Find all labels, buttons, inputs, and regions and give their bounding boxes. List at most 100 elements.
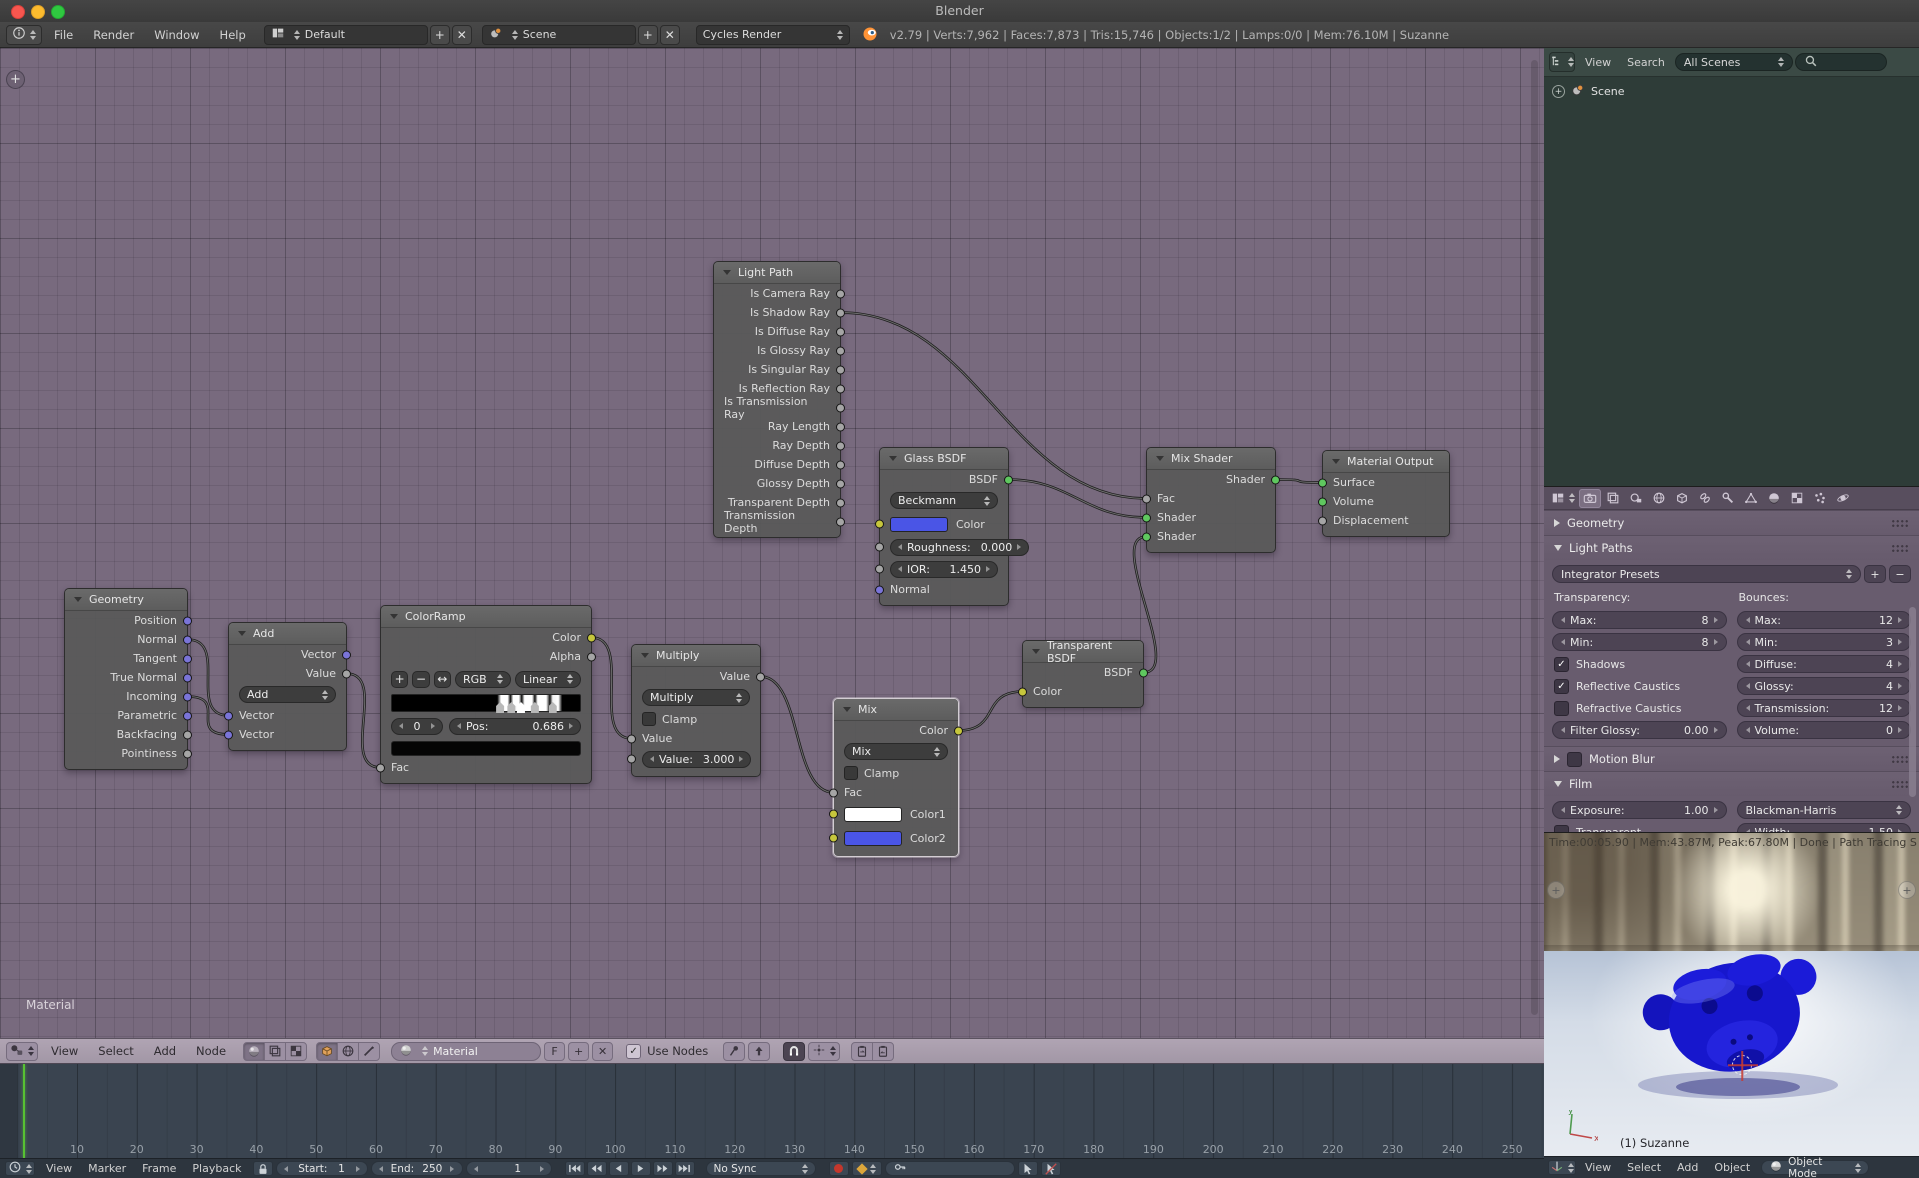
use-nodes-checkbox[interactable]: ✓ [626, 1043, 642, 1059]
panel-motion-blur-header[interactable]: Motion Blur [1544, 746, 1919, 771]
socket[interactable] [183, 692, 192, 701]
node-title[interactable]: Mix [834, 699, 958, 721]
ramp-index-field[interactable]: 0 [391, 717, 443, 735]
ramp-select[interactable]: RGB [454, 670, 511, 688]
properties-tab-material[interactable] [1763, 489, 1785, 508]
socket[interactable] [587, 633, 596, 642]
socket[interactable] [836, 308, 845, 317]
panel-grip-icon[interactable] [1891, 754, 1909, 764]
socket[interactable] [1318, 516, 1327, 525]
film-field-exposure[interactable]: Exposure: 1.00 [1552, 801, 1727, 819]
socket[interactable] [836, 479, 845, 488]
light-paths-checkbox-shadows[interactable]: ✓ Shadows [1552, 655, 1727, 673]
ramp-color-swatch[interactable] [391, 740, 581, 756]
node-editor-menu-add[interactable]: Add [144, 1044, 186, 1058]
outliner-scope-selector[interactable]: All Scenes [1674, 53, 1793, 71]
node-title[interactable]: ColorRamp [381, 606, 591, 628]
node-select-multiply[interactable]: Multiply [642, 689, 750, 706]
tree-type-texture-button[interactable] [285, 1041, 308, 1061]
color-swatch-color[interactable] [890, 516, 948, 532]
node-add[interactable]: Add Vector Value Add Vector Vector [224, 622, 351, 751]
node-title[interactable]: Add [229, 623, 346, 645]
socket[interactable] [875, 519, 884, 529]
previous-keyframe-icon[interactable] [586, 1161, 607, 1176]
ramp-stop-marker[interactable] [507, 702, 516, 713]
light-paths-field-transmission[interactable]: Transmission: 12 [1736, 699, 1911, 717]
light-paths-checkbox-refractive-caustics[interactable]: Refractive Caustics [1552, 699, 1727, 717]
add-preset-button[interactable]: + [1864, 565, 1886, 583]
close-scene-button[interactable]: ✕ [659, 24, 680, 45]
viewport-zoom-in-icon[interactable]: + [1547, 881, 1565, 899]
socket[interactable] [836, 346, 845, 355]
socket[interactable] [756, 672, 765, 681]
render-engine-selector[interactable]: Cycles Render [695, 24, 850, 45]
panel-grip-icon[interactable] [1891, 779, 1909, 789]
insert-keyframe-icon[interactable] [1017, 1161, 1038, 1176]
scene-selector[interactable]: Scene [481, 24, 636, 45]
socket[interactable] [1018, 687, 1027, 696]
shader-world-button[interactable] [337, 1041, 360, 1061]
node-editor-menu-select[interactable]: Select [88, 1044, 143, 1058]
socket[interactable] [627, 734, 636, 743]
snap-target-icon[interactable] [808, 1041, 841, 1061]
outliner-menu-search[interactable]: Search [1619, 56, 1673, 69]
frame-start-field[interactable]: Start: 1 [275, 1161, 368, 1176]
outliner-item-scene[interactable]: + Scene [1544, 77, 1919, 106]
properties-tab-layers[interactable] [1602, 489, 1624, 508]
node-geometry[interactable]: Geometry Position Normal Tangent True Normal… [64, 588, 192, 770]
ramp-position-field[interactable]: Pos: 0.686 [449, 717, 581, 735]
light-paths-field-glossy[interactable]: Glossy: 4 [1736, 677, 1911, 695]
socket[interactable] [224, 730, 233, 739]
socket[interactable] [836, 498, 845, 507]
socket[interactable] [829, 809, 838, 819]
light-paths-field-filterglossy[interactable]: Filter Glossy: 0.00 [1552, 721, 1727, 739]
screen-layout-selector[interactable]: Default [263, 24, 428, 45]
info-menu-window[interactable]: Window [144, 28, 209, 42]
light-paths-field-diffuse[interactable]: Diffuse: 4 [1736, 655, 1911, 673]
node-materialoutput[interactable]: Material Output Surface Volume Displacement [1318, 450, 1450, 537]
node-title[interactable]: Glass BSDF [880, 448, 1008, 470]
jump-to-end-icon[interactable] [674, 1161, 695, 1176]
node-select-mix[interactable]: Mix [844, 743, 948, 760]
ramp-stop-marker[interactable] [530, 702, 539, 713]
ramp-add-button[interactable]: + [391, 670, 409, 688]
node-editor-menu-node[interactable]: Node [186, 1044, 236, 1058]
socket[interactable] [875, 564, 884, 574]
color-swatch-color1[interactable] [844, 806, 902, 822]
socket[interactable] [587, 652, 596, 661]
next-keyframe-icon[interactable] [652, 1161, 673, 1176]
node-colorramp[interactable]: ColorRamp Color Alpha + − ↔ RGB Linear 0 Pos: 0.68… [376, 605, 596, 784]
socket[interactable] [183, 711, 192, 720]
tree-type-compositing-button[interactable] [264, 1041, 287, 1061]
socket[interactable] [1004, 475, 1013, 484]
outliner-search-field[interactable] [1794, 53, 1887, 71]
node-slider-value2[interactable]: Value: 3.000 [642, 750, 752, 768]
outliner-menu-view[interactable]: View [1577, 56, 1619, 69]
socket[interactable] [836, 365, 845, 374]
info-menu-file[interactable]: File [44, 28, 83, 42]
film-select[interactable]: Blackman-Harris [1736, 801, 1911, 819]
node-slider-ior[interactable]: IOR: 1.450 [890, 560, 998, 578]
viewport-zoom-out-icon[interactable]: + [1898, 881, 1916, 899]
node-mix[interactable]: Mix Color Mix Clamp Fac Color1 Color2 [829, 698, 963, 857]
node-select-add[interactable]: Add [239, 686, 336, 703]
suzanne-render[interactable] [1610, 945, 1860, 1105]
node-mixshader[interactable]: Mix Shader Shader Fac Shader Shader [1142, 447, 1280, 553]
node-transparent[interactable]: Transparent BSDF BSDF Color [1018, 639, 1148, 708]
node-title[interactable]: Geometry [65, 589, 187, 611]
properties-tab-link[interactable] [1694, 489, 1716, 508]
copy-nodes-icon[interactable] [851, 1041, 874, 1061]
ramp-delete-button[interactable]: − [412, 670, 430, 688]
viewport-menu-add[interactable]: Add [1669, 1161, 1706, 1174]
light-paths-field-min[interactable]: Min: 3 [1736, 633, 1911, 651]
panel-grip-icon[interactable] [1891, 543, 1909, 553]
lock-icon[interactable] [252, 1161, 273, 1176]
delete-keyframe-icon[interactable] [1040, 1161, 1061, 1176]
socket[interactable] [1318, 497, 1327, 506]
socket[interactable] [836, 460, 845, 469]
film-field-width[interactable]: Width: 1.50 [1736, 823, 1911, 832]
color-swatch-color2[interactable] [844, 830, 902, 846]
socket[interactable] [376, 763, 385, 772]
socket[interactable] [836, 327, 845, 336]
use-nodes-toggle[interactable]: ✓ Use Nodes [626, 1043, 708, 1059]
